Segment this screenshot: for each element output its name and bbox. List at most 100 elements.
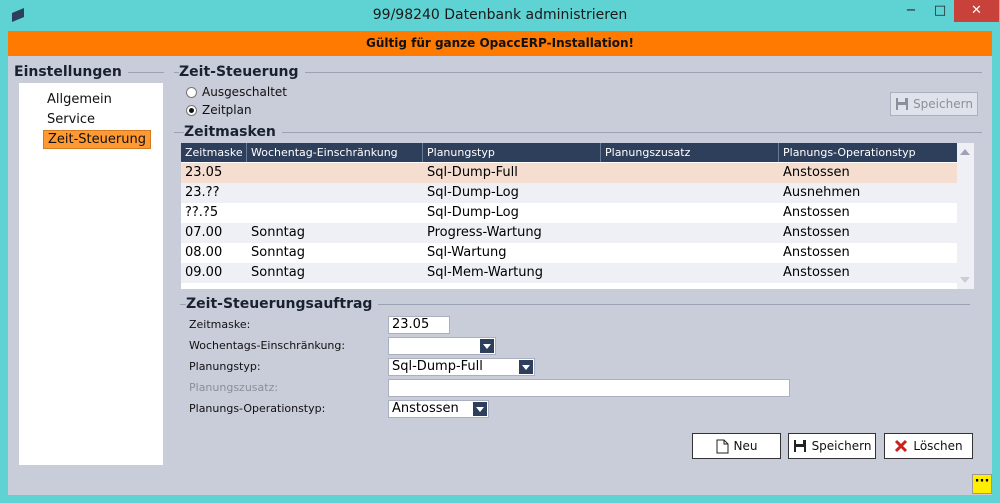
cell-operationstyp: Ausnehmen xyxy=(783,185,861,200)
column-header-planungszusatz[interactable]: Planungszusatz xyxy=(601,143,779,162)
table-row[interactable]: 07.00 Sonntag Progress-Wartung Anstossen xyxy=(181,223,957,243)
radio-zeitplan[interactable]: Zeitplan xyxy=(186,103,252,117)
speichern-button[interactable]: Speichern xyxy=(788,433,876,459)
operationstyp-select[interactable]: Anstossen xyxy=(388,400,489,418)
planungstyp-value: Sql-Dump-Full xyxy=(392,359,483,374)
app-window: 99/98240 Datenbank administrieren − □ ✕ … xyxy=(0,0,1000,503)
column-header-zeitmaske[interactable]: Zeitmaske xyxy=(181,143,247,162)
cell-planungszusatz xyxy=(601,203,779,223)
planungstyp-select[interactable]: Sql-Dump-Full xyxy=(388,358,535,376)
speichern-disabled-button[interactable]: Speichern xyxy=(890,92,978,116)
scroll-up-icon[interactable] xyxy=(960,149,970,155)
save-icon xyxy=(793,440,806,452)
neu-button[interactable]: Neu xyxy=(692,433,781,459)
operationstyp-value: Anstossen xyxy=(392,401,459,416)
cell-wochentag: Sonntag xyxy=(251,265,305,280)
cell-operationstyp: Anstossen xyxy=(783,165,850,180)
table-row[interactable]: ??.?5 Sql-Dump-Log Anstossen xyxy=(181,203,957,223)
cell-planungszusatz xyxy=(601,163,779,183)
cell-wochentag: Sonntag xyxy=(251,225,305,240)
sidebar-title: Einstellungen xyxy=(14,64,128,80)
close-button[interactable]: ✕ xyxy=(954,0,999,22)
cell-planungstyp: Sql-Wartung xyxy=(427,245,507,260)
cell-zeitmaske: ??.?5 xyxy=(185,205,219,220)
scroll-down-icon[interactable] xyxy=(960,277,970,283)
loeschen-label: Löschen xyxy=(913,439,963,453)
radio-off-icon xyxy=(186,86,197,98)
cell-operationstyp: Anstossen xyxy=(783,205,850,220)
cell-planungszusatz xyxy=(601,263,779,283)
save-icon xyxy=(896,98,909,110)
cell-zeitmaske: 23.?? xyxy=(185,185,220,200)
radio-ausgeschaltet-label: Ausgeschaltet xyxy=(202,85,288,99)
client-area: Gültig für ganze OpaccERP-Installation! … xyxy=(8,31,992,495)
new-document-icon xyxy=(716,439,729,453)
radio-on-icon xyxy=(186,104,197,116)
planungstyp-label: Planungstyp: xyxy=(189,360,261,373)
delete-icon xyxy=(895,439,908,453)
radio-zeitplan-label: Zeitplan xyxy=(202,103,252,117)
auftrag-title: Zeit-Steuerungsauftrag xyxy=(186,296,379,312)
cell-operationstyp: Anstossen xyxy=(783,245,850,260)
cell-zeitmaske: 23.05 xyxy=(185,165,223,180)
minimize-icon: − xyxy=(905,3,917,18)
cell-zeitmaske: 09.00 xyxy=(185,265,223,280)
speichern-disabled-label: Speichern xyxy=(913,97,973,111)
column-header-planungstyp[interactable]: Planungstyp xyxy=(423,143,601,162)
cell-planungstyp: Sql-Dump-Full xyxy=(427,165,518,180)
speichern-label: Speichern xyxy=(811,439,872,453)
sidebar-item-zeit-steuerung[interactable]: Zeit-Steuerung xyxy=(43,130,151,149)
installation-banner: Gültig für ganze OpaccERP-Installation! xyxy=(8,31,992,56)
sidebar-item-service[interactable]: Service xyxy=(43,111,99,128)
cell-planungszusatz xyxy=(601,243,779,263)
grid-scrollbar[interactable] xyxy=(957,143,974,289)
column-header-wochentag[interactable]: Wochentag-Einschränkung xyxy=(247,143,423,162)
cell-operationstyp: Anstossen xyxy=(783,265,850,280)
zeitsteuerung-title: Zeit-Steuerung xyxy=(179,64,305,80)
maximize-icon: □ xyxy=(933,3,947,18)
planungszusatz-label: Planungszusatz: xyxy=(189,381,279,394)
cell-planungstyp: Sql-Dump-Log xyxy=(427,205,519,220)
cell-zeitmaske: 07.00 xyxy=(185,225,223,240)
table-row[interactable]: 23.?? Sql-Dump-Log Ausnehmen xyxy=(181,183,957,203)
table-row[interactable]: 08.00 Sonntag Sql-Wartung Anstossen xyxy=(181,243,957,263)
table-row[interactable]: 23.05 Sql-Dump-Full Anstossen xyxy=(181,163,957,183)
chevron-down-icon[interactable] xyxy=(519,360,533,374)
zeitmasken-group-line xyxy=(174,132,982,133)
sidebar-item-allgemein[interactable]: Allgemein xyxy=(43,91,116,108)
table-row[interactable]: 09.00 Sonntag Sql-Mem-Wartung Anstossen xyxy=(181,263,957,283)
cell-planungstyp: Progress-Wartung xyxy=(427,225,542,240)
minimize-button[interactable]: − xyxy=(896,0,926,22)
cell-wochentag xyxy=(247,163,423,183)
cell-planungstyp: Sql-Mem-Wartung xyxy=(427,265,544,280)
zeitmaske-label: Zeitmaske: xyxy=(189,318,251,331)
column-header-operationstyp[interactable]: Planungs-Operationstyp xyxy=(779,143,957,162)
chevron-down-icon[interactable] xyxy=(480,339,494,353)
grid-header: Zeitmaske Wochentag-Einschränkung Planun… xyxy=(181,143,957,162)
cell-planungszusatz xyxy=(601,223,779,243)
cell-planungszusatz xyxy=(601,183,779,203)
zeitmaske-input[interactable]: 23.05 xyxy=(388,316,450,334)
cell-wochentag: Sonntag xyxy=(251,245,305,260)
sidebar-nav: Allgemein Service Zeit-Steuerung xyxy=(19,83,163,465)
wochentag-label: Wochentags-Einschränkung: xyxy=(189,339,346,352)
neu-label: Neu xyxy=(733,439,758,453)
chevron-down-icon[interactable] xyxy=(473,402,487,416)
cell-operationstyp: Anstossen xyxy=(783,225,850,240)
radio-ausgeschaltet[interactable]: Ausgeschaltet xyxy=(186,85,287,99)
close-icon: ✕ xyxy=(971,3,982,18)
cell-zeitmaske: 08.00 xyxy=(185,245,223,260)
loeschen-button[interactable]: Löschen xyxy=(884,433,973,459)
cell-planungstyp: Sql-Dump-Log xyxy=(427,185,519,200)
wochentag-select[interactable] xyxy=(388,337,496,355)
maximize-button[interactable]: □ xyxy=(926,0,954,22)
title-bar[interactable]: 99/98240 Datenbank administrieren − □ ✕ xyxy=(0,0,1000,31)
operationstyp-label: Planungs-Operationstyp: xyxy=(189,402,326,415)
more-options-icon[interactable]: ··· xyxy=(972,474,992,494)
planungszusatz-input[interactable] xyxy=(388,379,790,397)
zeitmasken-grid[interactable]: Zeitmaske Wochentag-Einschränkung Planun… xyxy=(181,143,974,289)
window-title: 99/98240 Datenbank administrieren xyxy=(372,7,628,23)
zeitmasken-title: Zeitmasken xyxy=(184,124,282,140)
cell-wochentag xyxy=(247,203,423,223)
cell-wochentag xyxy=(247,183,423,203)
